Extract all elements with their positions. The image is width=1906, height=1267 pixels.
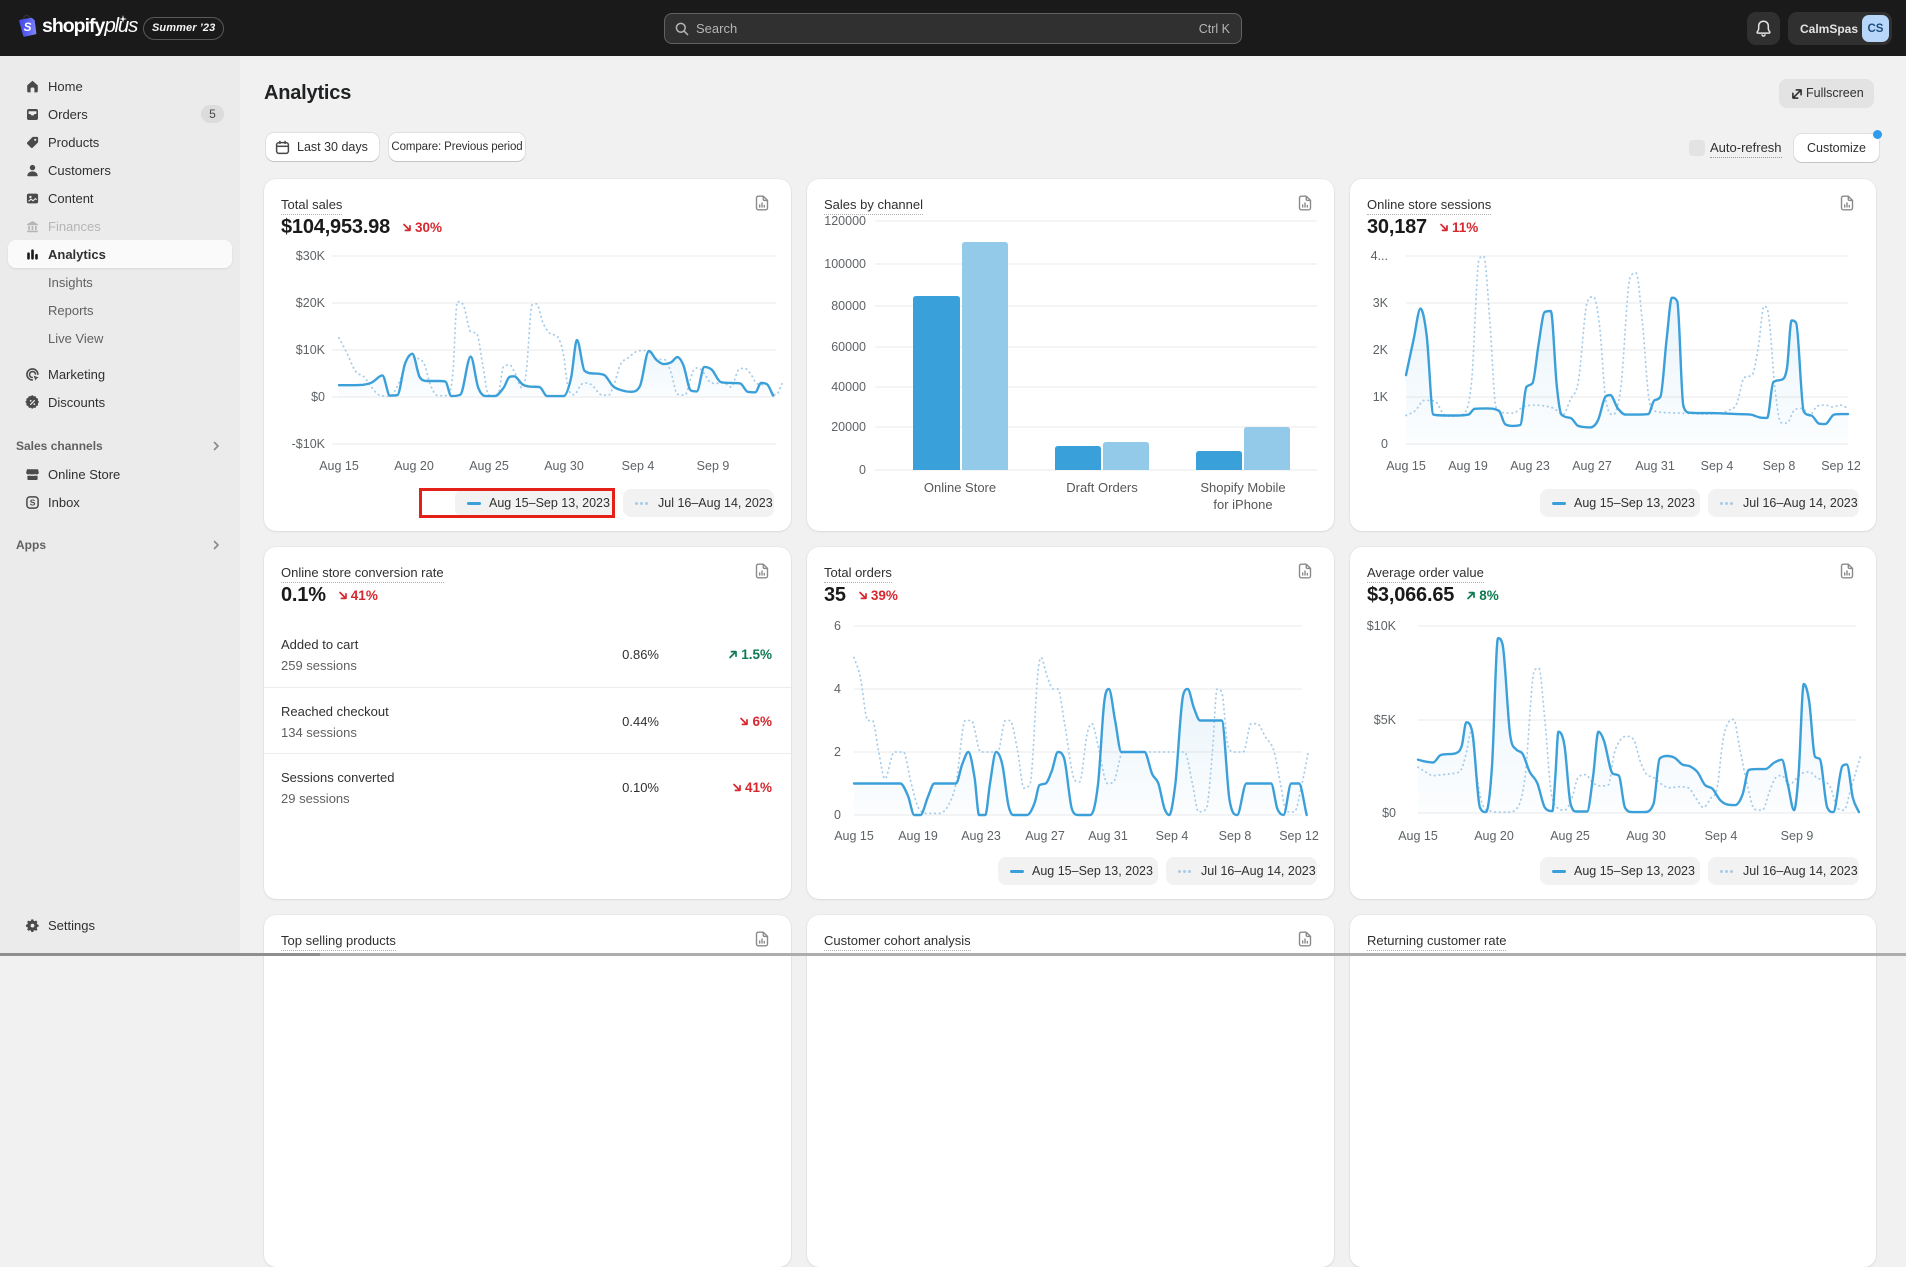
svg-text:Sep 9: Sep 9 [1781, 829, 1814, 843]
svg-text:Sep 4: Sep 4 [1705, 829, 1738, 843]
svg-text:2K: 2K [1373, 343, 1389, 357]
svg-text:Sep 8: Sep 8 [1219, 829, 1252, 843]
svg-text:20000: 20000 [831, 420, 866, 434]
svg-text:Aug 25: Aug 25 [1550, 829, 1590, 843]
svg-text:Sep 4: Sep 4 [1701, 459, 1734, 473]
svg-text:Sep 4: Sep 4 [1156, 829, 1189, 843]
svg-text:Aug 30: Aug 30 [544, 459, 584, 473]
svg-text:$0: $0 [311, 390, 325, 404]
svg-text:Aug 20: Aug 20 [394, 459, 434, 473]
svg-text:0: 0 [859, 463, 866, 477]
svg-text:Aug 19: Aug 19 [1448, 459, 1488, 473]
svg-text:Aug 15: Aug 15 [319, 459, 359, 473]
svg-text:Aug 19: Aug 19 [898, 829, 938, 843]
svg-text:$30K: $30K [296, 249, 326, 263]
svg-text:S: S [24, 20, 32, 34]
svg-text:Sep 12: Sep 12 [1821, 459, 1861, 473]
svg-text:4...: 4... [1371, 249, 1388, 263]
svg-text:1K: 1K [1373, 390, 1389, 404]
svg-text:Online Store: Online Store [924, 480, 996, 495]
svg-text:0: 0 [834, 808, 841, 822]
svg-text:Aug 31: Aug 31 [1635, 459, 1675, 473]
svg-text:Aug 23: Aug 23 [961, 829, 1001, 843]
svg-text:6: 6 [834, 619, 841, 633]
svg-text:Aug 31: Aug 31 [1088, 829, 1128, 843]
svg-text:-$10K: -$10K [292, 437, 326, 451]
svg-text:Sep 12: Sep 12 [1279, 829, 1319, 843]
svg-text:$5K: $5K [1374, 713, 1397, 727]
svg-text:Aug 20: Aug 20 [1474, 829, 1514, 843]
svg-text:Aug 30: Aug 30 [1626, 829, 1666, 843]
svg-text:0: 0 [1381, 437, 1388, 451]
svg-text:Sep 9: Sep 9 [697, 459, 730, 473]
svg-text:$0: $0 [1382, 806, 1396, 820]
svg-text:3K: 3K [1373, 296, 1389, 310]
svg-text:80000: 80000 [831, 299, 866, 313]
svg-text:$10K: $10K [1367, 619, 1397, 633]
svg-text:$20K: $20K [296, 296, 326, 310]
svg-text:S: S [29, 497, 35, 507]
svg-text:for iPhone: for iPhone [1213, 497, 1272, 512]
svg-text:Aug 15: Aug 15 [1398, 829, 1438, 843]
svg-text:Aug 15: Aug 15 [1386, 459, 1426, 473]
svg-text:Aug 25: Aug 25 [469, 459, 509, 473]
svg-text:2: 2 [834, 745, 841, 759]
svg-text:Shopify Mobile: Shopify Mobile [1200, 480, 1285, 495]
svg-text:Draft Orders: Draft Orders [1066, 480, 1138, 495]
svg-text:Aug 27: Aug 27 [1025, 829, 1065, 843]
svg-text:$10K: $10K [296, 343, 326, 357]
svg-text:Aug 15: Aug 15 [834, 829, 874, 843]
svg-text:120000: 120000 [824, 214, 866, 228]
svg-text:4: 4 [834, 682, 841, 696]
svg-text:Sep 4: Sep 4 [622, 459, 655, 473]
svg-text:Aug 27: Aug 27 [1572, 459, 1612, 473]
svg-text:60000: 60000 [831, 340, 866, 354]
svg-text:100000: 100000 [824, 257, 866, 271]
svg-text:Aug 23: Aug 23 [1510, 459, 1550, 473]
svg-text:Sep 8: Sep 8 [1763, 459, 1796, 473]
svg-text:40000: 40000 [831, 380, 866, 394]
